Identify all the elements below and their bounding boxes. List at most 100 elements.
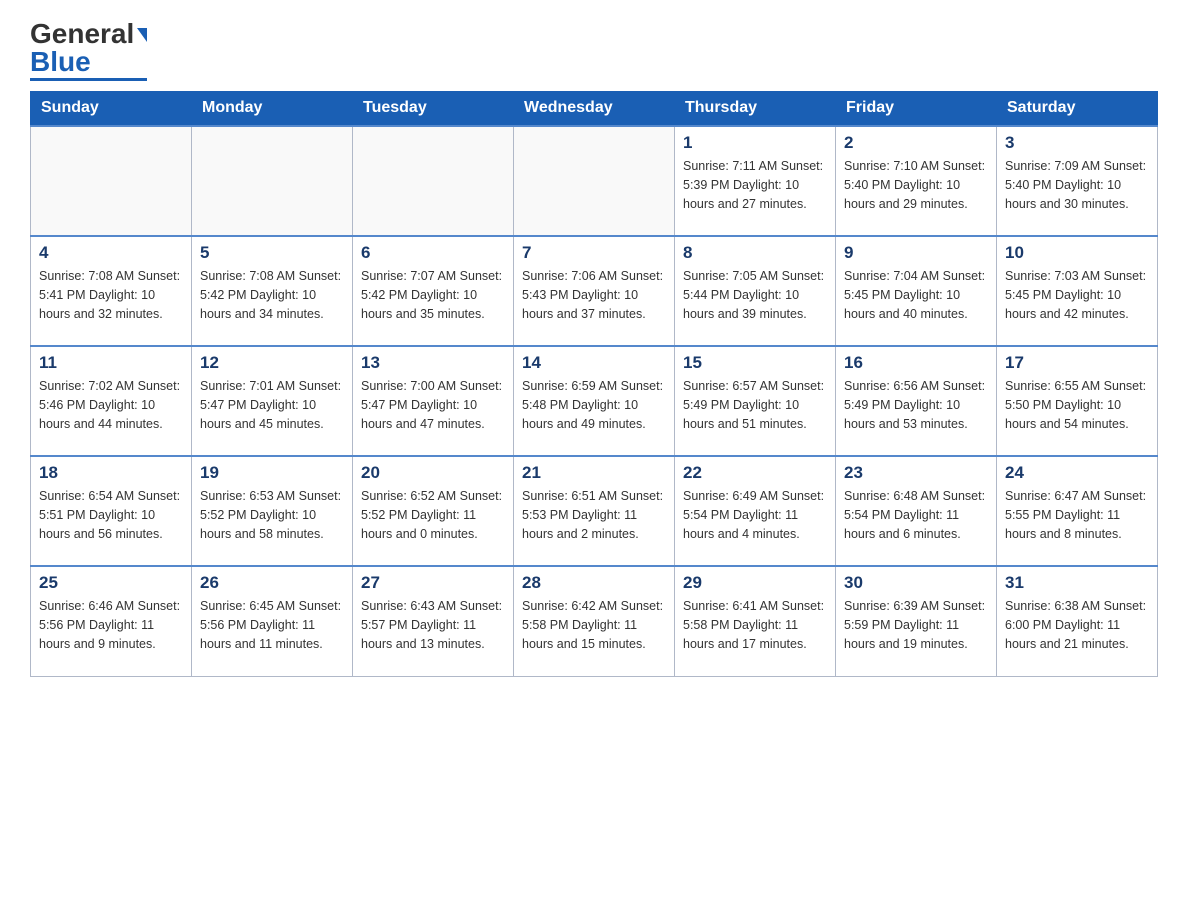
day-number: 8 bbox=[683, 243, 827, 263]
day-number: 31 bbox=[1005, 573, 1149, 593]
logo-blue: Blue bbox=[30, 46, 91, 77]
calendar-header-thursday: Thursday bbox=[675, 91, 836, 126]
calendar-cell bbox=[514, 126, 675, 236]
day-number: 11 bbox=[39, 353, 183, 373]
day-number: 14 bbox=[522, 353, 666, 373]
calendar-cell: 18 Sunrise: 6:54 AM Sunset: 5:51 PM Dayli… bbox=[31, 456, 192, 566]
calendar-cell: 11Sunrise: 7:02 AM Sunset: 5:46 PM Dayli… bbox=[31, 346, 192, 456]
day-info: Sunrise: 6:59 AM Sunset: 5:48 PM Dayligh… bbox=[522, 377, 666, 433]
logo-text: GeneralBlue bbox=[30, 20, 147, 76]
calendar-week-row: 18 Sunrise: 6:54 AM Sunset: 5:51 PM Dayli… bbox=[31, 456, 1158, 566]
day-number: 19 bbox=[200, 463, 344, 483]
calendar-cell: 22 Sunrise: 6:49 AM Sunset: 5:54 PM Dayli… bbox=[675, 456, 836, 566]
day-info: Sunrise: 7:03 AM Sunset: 5:45 PM Dayligh… bbox=[1005, 267, 1149, 323]
calendar-cell: 10 Sunrise: 7:03 AM Sunset: 5:45 PM Dayli… bbox=[997, 236, 1158, 346]
day-number: 21 bbox=[522, 463, 666, 483]
calendar-cell: 23Sunrise: 6:48 AM Sunset: 5:54 PM Dayli… bbox=[836, 456, 997, 566]
day-number: 27 bbox=[361, 573, 505, 593]
day-number: 7 bbox=[522, 243, 666, 263]
calendar-header-saturday: Saturday bbox=[997, 91, 1158, 126]
calendar-cell bbox=[192, 126, 353, 236]
calendar-cell: 19 Sunrise: 6:53 AM Sunset: 5:52 PM Dayli… bbox=[192, 456, 353, 566]
calendar-week-row: 25 Sunrise: 6:46 AM Sunset: 5:56 PM Dayli… bbox=[31, 566, 1158, 676]
logo-underline bbox=[30, 78, 147, 81]
day-info: Sunrise: 7:01 AM Sunset: 5:47 PM Dayligh… bbox=[200, 377, 344, 433]
day-info: Sunrise: 7:05 AM Sunset: 5:44 PM Dayligh… bbox=[683, 267, 827, 323]
calendar-header-tuesday: Tuesday bbox=[353, 91, 514, 126]
day-number: 2 bbox=[844, 133, 988, 153]
calendar-cell: 26 Sunrise: 6:45 AM Sunset: 5:56 PM Dayli… bbox=[192, 566, 353, 676]
calendar-header-sunday: Sunday bbox=[31, 91, 192, 126]
calendar-cell: 2 Sunrise: 7:10 AM Sunset: 5:40 PM Daylig… bbox=[836, 126, 997, 236]
calendar-cell: 27 Sunrise: 6:43 AM Sunset: 5:57 PM Dayli… bbox=[353, 566, 514, 676]
day-info: Sunrise: 6:49 AM Sunset: 5:54 PM Dayligh… bbox=[683, 487, 827, 543]
calendar-cell: 5Sunrise: 7:08 AM Sunset: 5:42 PM Daylig… bbox=[192, 236, 353, 346]
day-info: Sunrise: 6:55 AM Sunset: 5:50 PM Dayligh… bbox=[1005, 377, 1149, 433]
day-number: 29 bbox=[683, 573, 827, 593]
calendar-cell: 12 Sunrise: 7:01 AM Sunset: 5:47 PM Dayli… bbox=[192, 346, 353, 456]
calendar-cell: 14 Sunrise: 6:59 AM Sunset: 5:48 PM Dayli… bbox=[514, 346, 675, 456]
calendar-cell: 29 Sunrise: 6:41 AM Sunset: 5:58 PM Dayli… bbox=[675, 566, 836, 676]
day-number: 28 bbox=[522, 573, 666, 593]
day-info: Sunrise: 6:52 AM Sunset: 5:52 PM Dayligh… bbox=[361, 487, 505, 543]
day-info: Sunrise: 6:56 AM Sunset: 5:49 PM Dayligh… bbox=[844, 377, 988, 433]
day-number: 10 bbox=[1005, 243, 1149, 263]
calendar-cell: 31 Sunrise: 6:38 AM Sunset: 6:00 PM Dayli… bbox=[997, 566, 1158, 676]
calendar-cell: 24Sunrise: 6:47 AM Sunset: 5:55 PM Dayli… bbox=[997, 456, 1158, 566]
day-info: Sunrise: 7:09 AM Sunset: 5:40 PM Dayligh… bbox=[1005, 157, 1149, 213]
day-info: Sunrise: 7:08 AM Sunset: 5:41 PM Dayligh… bbox=[39, 267, 183, 323]
day-info: Sunrise: 6:41 AM Sunset: 5:58 PM Dayligh… bbox=[683, 597, 827, 653]
calendar-cell: 16Sunrise: 6:56 AM Sunset: 5:49 PM Dayli… bbox=[836, 346, 997, 456]
day-info: Sunrise: 7:07 AM Sunset: 5:42 PM Dayligh… bbox=[361, 267, 505, 323]
calendar-cell: 20 Sunrise: 6:52 AM Sunset: 5:52 PM Dayli… bbox=[353, 456, 514, 566]
day-number: 1 bbox=[683, 133, 827, 153]
calendar-cell bbox=[353, 126, 514, 236]
calendar-week-row: 4Sunrise: 7:08 AM Sunset: 5:41 PM Daylig… bbox=[31, 236, 1158, 346]
day-info: Sunrise: 6:39 AM Sunset: 5:59 PM Dayligh… bbox=[844, 597, 988, 653]
day-number: 25 bbox=[39, 573, 183, 593]
day-info: Sunrise: 7:10 AM Sunset: 5:40 PM Dayligh… bbox=[844, 157, 988, 213]
day-info: Sunrise: 6:53 AM Sunset: 5:52 PM Dayligh… bbox=[200, 487, 344, 543]
day-number: 30 bbox=[844, 573, 988, 593]
day-info: Sunrise: 6:38 AM Sunset: 6:00 PM Dayligh… bbox=[1005, 597, 1149, 653]
day-number: 18 bbox=[39, 463, 183, 483]
page-header: GeneralBlue bbox=[30, 20, 1158, 81]
day-number: 20 bbox=[361, 463, 505, 483]
calendar-cell: 30 Sunrise: 6:39 AM Sunset: 5:59 PM Dayli… bbox=[836, 566, 997, 676]
calendar-cell: 13 Sunrise: 7:00 AM Sunset: 5:47 PM Dayli… bbox=[353, 346, 514, 456]
calendar-table: SundayMondayTuesdayWednesdayThursdayFrid… bbox=[30, 91, 1158, 677]
day-number: 12 bbox=[200, 353, 344, 373]
calendar-week-row: 1 Sunrise: 7:11 AM Sunset: 5:39 PM Daylig… bbox=[31, 126, 1158, 236]
calendar-cell: 17 Sunrise: 6:55 AM Sunset: 5:50 PM Dayli… bbox=[997, 346, 1158, 456]
day-info: Sunrise: 6:48 AM Sunset: 5:54 PM Dayligh… bbox=[844, 487, 988, 543]
day-number: 17 bbox=[1005, 353, 1149, 373]
calendar-cell: 25 Sunrise: 6:46 AM Sunset: 5:56 PM Dayli… bbox=[31, 566, 192, 676]
calendar-cell: 8 Sunrise: 7:05 AM Sunset: 5:44 PM Daylig… bbox=[675, 236, 836, 346]
day-info: Sunrise: 6:46 AM Sunset: 5:56 PM Dayligh… bbox=[39, 597, 183, 653]
day-info: Sunrise: 6:54 AM Sunset: 5:51 PM Dayligh… bbox=[39, 487, 183, 543]
day-number: 6 bbox=[361, 243, 505, 263]
calendar-cell bbox=[31, 126, 192, 236]
calendar-cell: 4Sunrise: 7:08 AM Sunset: 5:41 PM Daylig… bbox=[31, 236, 192, 346]
day-info: Sunrise: 7:00 AM Sunset: 5:47 PM Dayligh… bbox=[361, 377, 505, 433]
logo: GeneralBlue bbox=[30, 20, 147, 81]
calendar-cell: 3 Sunrise: 7:09 AM Sunset: 5:40 PM Daylig… bbox=[997, 126, 1158, 236]
calendar-cell: 28Sunrise: 6:42 AM Sunset: 5:58 PM Dayli… bbox=[514, 566, 675, 676]
calendar-header-row: SundayMondayTuesdayWednesdayThursdayFrid… bbox=[31, 91, 1158, 126]
day-info: Sunrise: 7:11 AM Sunset: 5:39 PM Dayligh… bbox=[683, 157, 827, 213]
day-info: Sunrise: 6:51 AM Sunset: 5:53 PM Dayligh… bbox=[522, 487, 666, 543]
calendar-cell: 1 Sunrise: 7:11 AM Sunset: 5:39 PM Daylig… bbox=[675, 126, 836, 236]
day-info: Sunrise: 6:45 AM Sunset: 5:56 PM Dayligh… bbox=[200, 597, 344, 653]
day-info: Sunrise: 7:08 AM Sunset: 5:42 PM Dayligh… bbox=[200, 267, 344, 323]
day-number: 26 bbox=[200, 573, 344, 593]
day-info: Sunrise: 6:57 AM Sunset: 5:49 PM Dayligh… bbox=[683, 377, 827, 433]
day-number: 24 bbox=[1005, 463, 1149, 483]
day-info: Sunrise: 7:04 AM Sunset: 5:45 PM Dayligh… bbox=[844, 267, 988, 323]
day-number: 13 bbox=[361, 353, 505, 373]
calendar-cell: 21 Sunrise: 6:51 AM Sunset: 5:53 PM Dayli… bbox=[514, 456, 675, 566]
calendar-header-friday: Friday bbox=[836, 91, 997, 126]
day-number: 22 bbox=[683, 463, 827, 483]
day-info: Sunrise: 6:43 AM Sunset: 5:57 PM Dayligh… bbox=[361, 597, 505, 653]
calendar-cell: 15Sunrise: 6:57 AM Sunset: 5:49 PM Dayli… bbox=[675, 346, 836, 456]
day-number: 3 bbox=[1005, 133, 1149, 153]
